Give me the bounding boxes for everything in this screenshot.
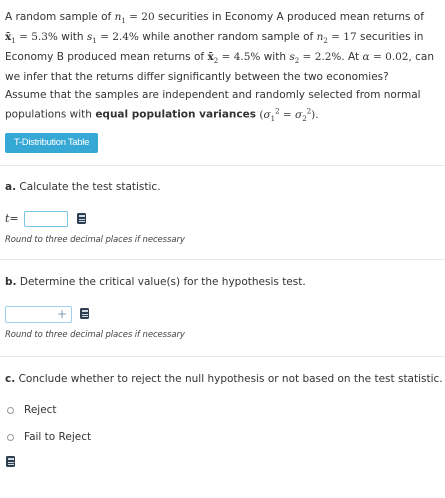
reject-option-label[interactable]: Reject (24, 404, 57, 416)
problem-statement: A random sample of n1 = 20 securities in… (5, 11, 435, 84)
text: we infer that the returns differ signifi… (5, 71, 389, 84)
part-a-label: a. Calculate the test statistic. (5, 181, 161, 193)
critical-value-input[interactable]: + (5, 306, 72, 323)
text: securities in Economy A produced mean re… (158, 11, 424, 23)
t-symbol: t= (5, 212, 19, 225)
s1-expr: s1 = 2.4% (86, 31, 139, 46)
bold-text: equal population variances (95, 108, 256, 121)
part-c-label: c. Conclude whether to reject the null h… (5, 373, 443, 385)
part-b-hint: Round to three decimal places if necessa… (5, 330, 185, 340)
divider (0, 259, 445, 260)
calculator-icon[interactable] (77, 213, 86, 224)
calculator-icon[interactable] (80, 308, 89, 319)
xbar2-expr: x̄2 = 4.5% (207, 51, 261, 66)
test-statistic-input[interactable] (24, 211, 68, 227)
n1-expr: n1 = 20 (114, 11, 155, 26)
s2-expr: s2 = 2.2%. (289, 51, 345, 66)
part-b-label: b. Determine the critical value(s) for t… (5, 276, 306, 288)
alpha-expr: α = 0.02, (362, 51, 412, 64)
calculator-icon[interactable] (6, 456, 15, 467)
n2-expr: n2 = 17 (316, 31, 357, 46)
xbar1-expr: x̄1 = 5.3% (5, 31, 58, 46)
fail-to-reject-radio[interactable] (7, 434, 14, 441)
divider (0, 165, 445, 166)
assumption-statement: Assume that the samples are independent … (5, 89, 421, 123)
text: A random sample of (5, 11, 112, 23)
reject-radio[interactable] (7, 407, 14, 414)
plus-icon[interactable]: + (57, 307, 67, 322)
t-distribution-table-button[interactable]: T-Distribution Table (5, 133, 98, 153)
divider (0, 356, 445, 357)
part-a-hint: Round to three decimal places if necessa… (5, 235, 185, 245)
variance-expr: (σ12 = σ22). (259, 107, 319, 123)
fail-to-reject-option-label[interactable]: Fail to Reject (24, 431, 91, 443)
